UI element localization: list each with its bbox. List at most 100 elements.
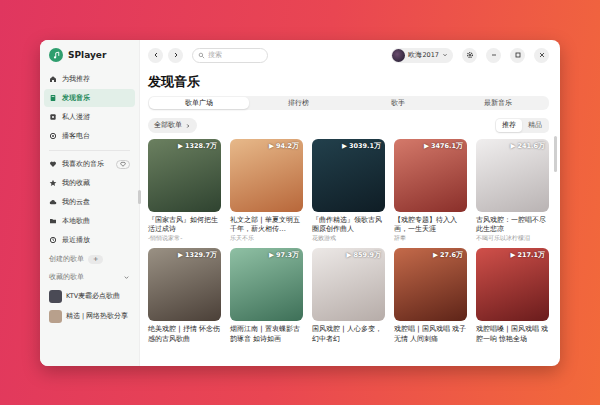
playlist-cover[interactable]: ▶97.3万 — [230, 248, 303, 321]
sidebar-label: 我的云盘 — [62, 197, 90, 207]
chevron-down-icon — [123, 274, 130, 281]
playlist-title[interactable]: 『曲作精选』领歌古风圈原创作曲人 — [312, 216, 385, 234]
play-count: ▶27.6万 — [433, 251, 463, 260]
playlist-creator[interactable]: 花败游戏 — [312, 234, 385, 242]
maximize-icon — [514, 51, 522, 59]
playlist-cover[interactable]: ▶3476.1万 — [394, 139, 467, 212]
playlist-creator[interactable]: 乐天不乐 — [230, 234, 303, 242]
playlist-title[interactable]: 【戏腔专题】待入入画，一生天涯 — [394, 216, 467, 234]
minimize-button[interactable] — [486, 48, 501, 63]
forward-button[interactable] — [168, 48, 183, 63]
playlist-title[interactable]: 礼文之部 | 華夏文明五千年，薪火相传… — [230, 216, 303, 234]
playlist-card[interactable]: ▶97.3万烟雨江南 | 置衷蝶影古韵琢音 如诗如画 — [230, 248, 303, 343]
chevron-right-icon — [172, 51, 180, 59]
playlist-title[interactable]: 戏腔唱 | 国风戏唱 戏子无情 人间刺痛 — [394, 325, 467, 343]
chevron-right-icon — [185, 123, 191, 129]
playlist-cover[interactable]: ▶217.1万 — [476, 248, 549, 321]
play-icon: ▶ — [510, 142, 515, 151]
playlist-card[interactable]: ▶1328.7万『国家古风』如何把生活过成诗-悄悄说家常- — [148, 139, 221, 242]
sidebar-divider — [49, 150, 130, 151]
app-window: SPlayer为我推荐发现音乐私人漫游播客电台我喜欢的音乐我的收藏我的云盘本地歌… — [40, 40, 560, 366]
playlist-item[interactable]: KTV麦霸必点歌曲 — [44, 286, 135, 306]
gear-icon — [466, 51, 474, 59]
playlist-name: 精选 | 网络热歌分享 — [66, 312, 128, 321]
close-icon — [538, 51, 546, 59]
playlist-cover[interactable]: ▶1329.7万 — [148, 248, 221, 321]
sidebar-item[interactable]: 我喜欢的音乐 — [44, 155, 135, 173]
sort-option[interactable]: 精品 — [522, 119, 548, 132]
playlist-cover[interactable]: ▶27.6万 — [394, 248, 467, 321]
search-input[interactable] — [208, 51, 263, 59]
play-icon: ▶ — [342, 142, 347, 151]
close-button[interactable] — [534, 48, 549, 63]
tab[interactable]: 歌手 — [349, 97, 449, 109]
play-count-value: 859.9万 — [353, 251, 381, 260]
sidebar-label: 播客电台 — [62, 131, 90, 141]
search-field[interactable] — [192, 48, 268, 63]
playlist-card[interactable]: ▶241.6万古风戏腔：一腔唱不尽此生悲凉不喝可乐以冰柠檬泪 — [476, 139, 549, 242]
play-icon: ▶ — [269, 142, 274, 151]
playlist-title[interactable]: 绝美戏腔 | 抒情 怀念伤感的古风歌曲 — [148, 325, 221, 343]
playlist-card[interactable]: ▶27.6万戏腔唱 | 国风戏唱 戏子无情 人间刺痛 — [394, 248, 467, 343]
play-count: ▶1329.7万 — [178, 251, 217, 260]
settings-button[interactable] — [462, 48, 477, 63]
playlist-cover[interactable]: ▶94.2万 — [230, 139, 303, 212]
heartbeat-button[interactable] — [116, 160, 130, 169]
sidebar-item[interactable]: 我的收藏 — [44, 174, 135, 192]
avatar-image — [392, 49, 405, 62]
tab[interactable]: 歌单广场 — [149, 97, 249, 109]
play-icon: ▶ — [346, 251, 351, 260]
playlist-item[interactable]: 精选 | 网络热歌分享 — [44, 306, 135, 326]
playlist-cover[interactable]: ▶1328.7万 — [148, 139, 221, 212]
playlist-creator[interactable]: 不喝可乐以冰柠檬泪 — [476, 234, 549, 242]
playlist-card[interactable]: ▶859.9万国风戏腔 | 人心多变，幻中者幻 — [312, 248, 385, 343]
playlist-title[interactable]: 戏腔唱嗓 | 国风戏唱 戏腔一响 惊艳全场 — [476, 325, 549, 343]
playlist-title[interactable]: 国风戏腔 | 人心多变，幻中者幻 — [312, 325, 385, 343]
playlist-card[interactable]: ▶3476.1万【戏腔专题】待入入画，一生天涯辞奉 — [394, 139, 467, 242]
playlist-grid: ▶1328.7万『国家古风』如何把生活过成诗-悄悄说家常-▶94.2万礼文之部 … — [148, 139, 549, 344]
playlist-card[interactable]: ▶217.1万戏腔唱嗓 | 国风戏唱 戏腔一响 惊艳全场 — [476, 248, 549, 343]
main-panel: 欧海2017发现音乐歌单广场排行榜歌手最新音乐全部歌单推荐精品▶1328.7万『… — [140, 40, 560, 366]
sidebar-item[interactable]: 发现音乐 — [44, 89, 135, 107]
playlist-cover[interactable]: ▶241.6万 — [476, 139, 549, 212]
category-filter-button[interactable]: 全部歌单 — [148, 118, 197, 133]
playlist-card[interactable]: ▶1329.7万绝美戏腔 | 抒情 怀念伤感的古风歌曲 — [148, 248, 221, 343]
sort-option[interactable]: 推荐 — [496, 119, 522, 132]
sidebar-item[interactable]: 最近播放 — [44, 231, 135, 249]
back-button[interactable] — [148, 48, 163, 63]
play-count-value: 94.2万 — [276, 142, 299, 151]
sidebar-label: 我喜欢的音乐 — [62, 159, 104, 169]
sidebar-item[interactable]: 我的云盘 — [44, 193, 135, 211]
play-count-value: 1328.7万 — [185, 142, 217, 151]
playlist-card[interactable]: ▶3039.1万『曲作精选』领歌古风圈原创作曲人花败游戏 — [312, 139, 385, 242]
sidebar-item[interactable]: 播客电台 — [44, 127, 135, 145]
tab[interactable]: 排行榜 — [249, 97, 349, 109]
playlist-cover[interactable]: ▶3039.1万 — [312, 139, 385, 212]
sidebar-item[interactable]: 本地歌曲 — [44, 212, 135, 230]
playlist-title[interactable]: 古风戏腔：一腔唱不尽此生悲凉 — [476, 216, 549, 234]
playlist-section[interactable]: 收藏的歌单 — [44, 268, 135, 286]
roam-icon — [49, 113, 57, 121]
play-icon: ▶ — [178, 142, 183, 151]
tab[interactable]: 最新音乐 — [448, 97, 548, 109]
play-icon: ▶ — [510, 251, 515, 260]
playlist-card[interactable]: ▶94.2万礼文之部 | 華夏文明五千年，薪火相传…乐天不乐 — [230, 139, 303, 242]
playlist-cover[interactable]: ▶859.9万 — [312, 248, 385, 321]
user-menu[interactable]: 欧海2017 — [391, 48, 453, 63]
play-count-value: 3039.1万 — [349, 142, 381, 151]
playlist-creator[interactable]: 辞奉 — [394, 234, 467, 242]
maximize-button[interactable] — [510, 48, 525, 63]
add-playlist-button[interactable]: + — [88, 255, 103, 264]
play-count: ▶1328.7万 — [178, 142, 217, 151]
playlist-creator[interactable]: -悄悄说家常- — [148, 234, 221, 242]
playlist-name: KTV麦霸必点歌曲 — [66, 292, 120, 301]
sort-toggle: 推荐精品 — [495, 118, 549, 133]
playlist-section[interactable]: 创建的歌单+ — [44, 250, 135, 268]
playlist-title[interactable]: 『国家古风』如何把生活过成诗 — [148, 216, 221, 234]
sidebar-item[interactable]: 为我推荐 — [44, 70, 135, 88]
sidebar-resize-handle[interactable] — [138, 190, 141, 204]
sidebar-item[interactable]: 私人漫游 — [44, 108, 135, 126]
playlist-title[interactable]: 烟雨江南 | 置衷蝶影古韵琢音 如诗如画 — [230, 325, 303, 343]
scrollbar-thumb[interactable] — [554, 136, 557, 172]
user-name: 欧海2017 — [408, 51, 439, 60]
